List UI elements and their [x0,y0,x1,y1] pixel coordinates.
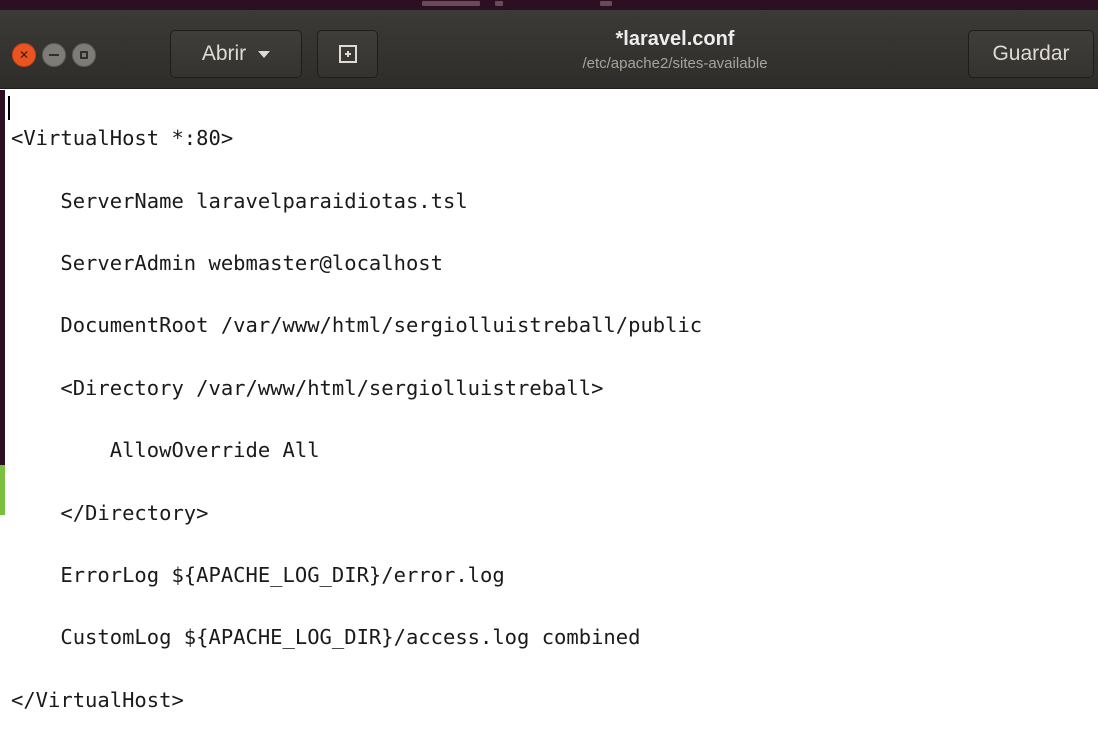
editor-content[interactable]: <VirtualHost *:80> ServerName laravelpar… [11,92,702,747]
desktop-top-strip [0,0,1098,10]
close-icon: ✕ [18,48,30,62]
code-line[interactable]: </VirtualHost> [11,685,702,716]
minimize-icon [49,54,59,56]
maximize-icon [80,51,88,59]
header-bar: ✕ Abrir *laravel.conf /etc/apache2/sites… [0,10,1098,89]
top-strip-mark [495,1,503,6]
open-button-label: Abrir [201,42,247,65]
new-document-button[interactable] [317,30,378,78]
new-document-icon [338,45,357,63]
left-margin [0,90,5,515]
top-strip-mark [422,1,480,6]
save-button-label: Guardar [992,42,1070,65]
window-title-area: *laravel.conf /etc/apache2/sites-availab… [380,26,970,74]
left-margin-accent [0,465,5,515]
minimize-button[interactable] [42,43,66,67]
code-line[interactable]: ErrorLog ${APACHE_LOG_DIR}/error.log [11,560,702,591]
window-title: *laravel.conf [615,28,735,50]
code-line[interactable]: <Directory /var/www/html/sergiolluistreb… [11,373,702,404]
maximize-button[interactable] [72,43,96,67]
window-subtitle: /etc/apache2/sites-available [582,55,768,72]
top-strip-mark [600,1,612,6]
close-button[interactable]: ✕ [12,43,36,67]
code-line[interactable]: ServerAdmin webmaster@localhost [11,248,702,279]
code-line[interactable]: <VirtualHost *:80> [11,123,702,154]
code-line[interactable]: </Directory> [11,498,702,529]
text-cursor [8,96,10,120]
code-line[interactable]: AllowOverride All [11,435,702,466]
open-button[interactable]: Abrir [170,30,302,78]
code-line[interactable]: CustomLog ${APACHE_LOG_DIR}/access.log c… [11,622,702,653]
code-line[interactable]: ServerName laravelparaidiotas.tsl [11,186,702,217]
chevron-down-icon [258,50,271,58]
code-line[interactable]: DocumentRoot /var/www/html/sergiolluistr… [11,310,702,341]
save-button[interactable]: Guardar [968,30,1094,78]
